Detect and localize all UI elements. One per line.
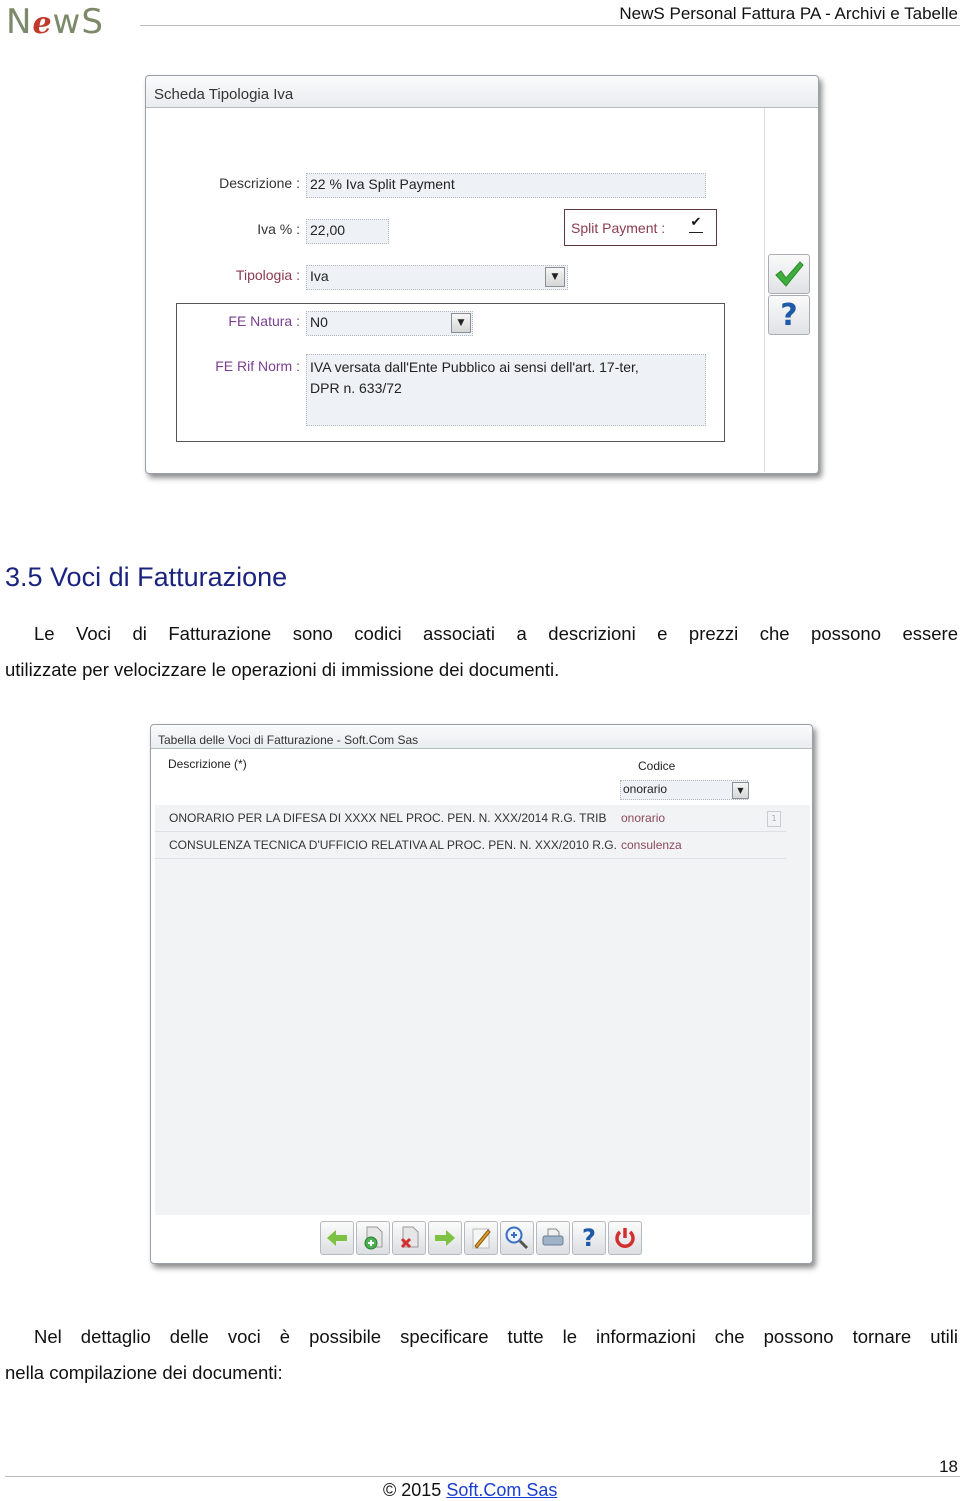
help-button[interactable]: ?	[572, 1221, 606, 1255]
help-button[interactable]: ?	[768, 295, 810, 335]
footer-copyright: © 2015 Soft.Com Sas	[383, 1480, 557, 1501]
column-header-codice[interactable]: Codice	[638, 759, 675, 773]
delete-button[interactable]	[392, 1221, 426, 1255]
fe-rif-norm-textarea[interactable]: IVA versata dall'Ente Pubblico ai sensi …	[306, 354, 706, 426]
fe-rif-norm-label: FE Rif Norm :	[215, 358, 300, 374]
row-codice: onorario	[621, 811, 666, 825]
fe-rif-norm-line: DPR n. 633/72	[310, 380, 402, 396]
column-header-descrizione[interactable]: Descrizione (*)	[168, 757, 247, 771]
iva-percent-label: Iva % :	[257, 221, 300, 237]
arrow-right-icon	[435, 1230, 455, 1246]
window-titlebar: Tabella delle Voci di Fatturazione - Sof…	[151, 725, 812, 749]
question-icon: ?	[780, 297, 798, 333]
fe-natura-dropdown-button[interactable]: ▼	[451, 313, 471, 333]
table-row[interactable]: CONSULENZA TECNICA D'UFFICIO RELATIVA AL…	[155, 832, 786, 859]
descrizione-input[interactable]: 22 % Iva Split Payment	[306, 173, 706, 198]
record-indicator-icon: 1	[767, 811, 781, 827]
print-icon	[542, 1228, 564, 1246]
row-descrizione: CONSULENZA TECNICA D'UFFICIO RELATIVA AL…	[169, 838, 617, 852]
split-payment-box: Split Payment : ✔	[564, 209, 717, 246]
add-document-icon	[364, 1226, 383, 1250]
previous-button[interactable]	[320, 1221, 354, 1255]
detail-paragraph-line2: nella compilazione dei documenti:	[5, 1362, 283, 1383]
right-panel-divider	[764, 108, 765, 472]
intro-paragraph-line2: utilizzate per velocizzare le operazioni…	[5, 659, 560, 680]
toolbar: ?	[320, 1221, 642, 1255]
company-link[interactable]: Soft.Com Sas	[446, 1480, 557, 1500]
next-button[interactable]	[428, 1221, 462, 1255]
logo-text: N	[6, 2, 33, 42]
codice-filter-select[interactable]: onorario	[620, 780, 748, 800]
window-title: Scheda Tipologia Iva	[154, 86, 294, 103]
add-button[interactable]	[356, 1221, 390, 1255]
edit-pencil-icon	[472, 1228, 491, 1249]
table-row[interactable]: ONORARIO PER LA DIFESA DI XXXX NEL PROC.…	[155, 805, 786, 832]
voci-fatturazione-window: Tabella delle Voci di Fatturazione - Sof…	[150, 724, 813, 1264]
logo-accent: e	[32, 6, 53, 41]
page-header-title: NewS Personal Fattura PA - Archivi e Tab…	[619, 4, 958, 23]
edit-button[interactable]	[464, 1221, 498, 1255]
tipologia-select[interactable]: Iva	[306, 265, 568, 290]
table-area	[155, 805, 810, 1215]
section-heading: 3.5 Voci di Fatturazione	[5, 562, 288, 592]
confirm-button[interactable]	[768, 254, 810, 294]
chevron-down-icon: ▼	[457, 318, 465, 328]
codice-filter-dropdown-button[interactable]: ▼	[732, 782, 749, 799]
detail-paragraph-line1: Nel dettaglio delle voci è possibile spe…	[34, 1326, 958, 1347]
zoom-icon	[505, 1226, 529, 1250]
fe-natura-select[interactable]: N0	[306, 311, 473, 336]
window-title: Tabella delle Voci di Fatturazione - Sof…	[158, 733, 419, 747]
row-codice: consulenza	[621, 838, 682, 852]
search-button[interactable]	[500, 1221, 534, 1255]
copyright-text: © 2015	[383, 1480, 447, 1500]
tipologia-dropdown-button[interactable]: ▼	[545, 267, 565, 287]
page-number: 18	[939, 1457, 958, 1476]
split-payment-label: Split Payment :	[571, 220, 666, 236]
intro-paragraph-line1: Le Voci di Fatturazione sono codici asso…	[34, 623, 958, 644]
news-logo: NewS	[6, 2, 104, 44]
row-descrizione: ONORARIO PER LA DIFESA DI XXXX NEL PROC.…	[169, 811, 607, 825]
iva-percent-input[interactable]: 22,00	[306, 219, 389, 244]
window-titlebar: Scheda Tipologia Iva	[146, 76, 818, 108]
print-button[interactable]	[536, 1221, 570, 1255]
fe-rif-norm-line: IVA versata dall'Ente Pubblico ai sensi …	[310, 359, 639, 375]
exit-button[interactable]	[608, 1221, 642, 1255]
logo-text-end: wS	[52, 2, 104, 42]
arrow-left-icon	[327, 1230, 347, 1246]
header-divider	[140, 25, 960, 26]
help-icon: ?	[582, 1224, 596, 1252]
chevron-down-icon: ▼	[551, 272, 559, 282]
fe-natura-label: FE Natura :	[228, 313, 300, 329]
descrizione-label: Descrizione :	[219, 175, 300, 191]
power-icon	[615, 1228, 635, 1248]
checkmark-icon	[775, 261, 804, 287]
split-payment-checkbox[interactable]: ✔	[689, 216, 703, 233]
delete-document-icon	[400, 1226, 419, 1249]
scheda-tipologia-iva-window: Scheda Tipologia Iva Descrizione : 22 % …	[145, 75, 819, 474]
footer-divider	[5, 1476, 960, 1477]
chevron-down-icon: ▼	[737, 786, 744, 795]
tipologia-label: Tipologia :	[235, 267, 300, 283]
